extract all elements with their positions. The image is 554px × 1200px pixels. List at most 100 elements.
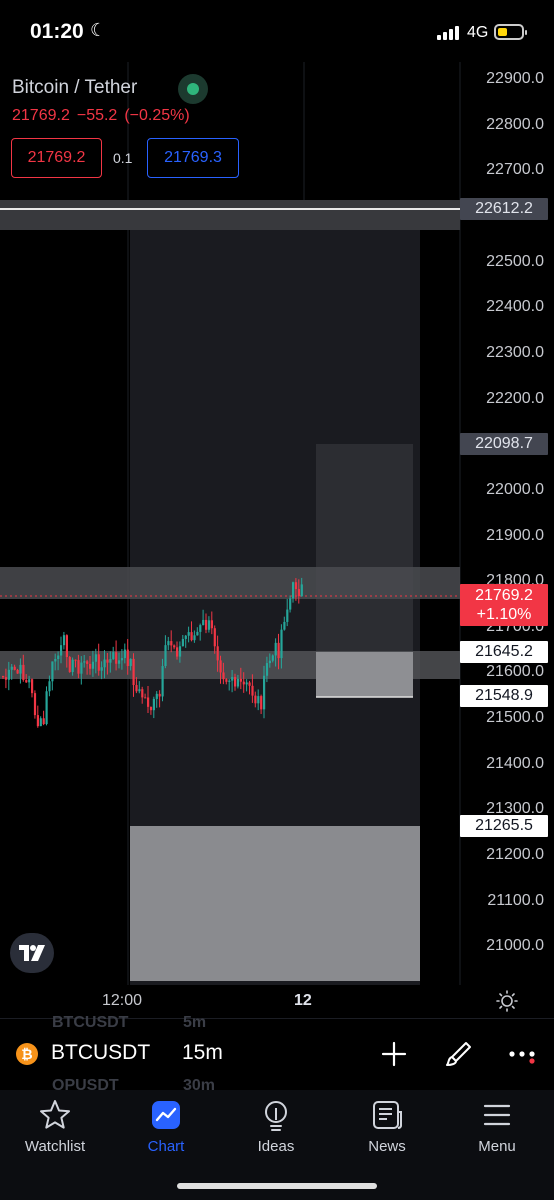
candle-body xyxy=(210,620,213,629)
candle-body xyxy=(158,693,161,697)
sell-button[interactable]: 21769.2 xyxy=(11,138,102,178)
candle-body xyxy=(245,682,248,685)
brightness-icon[interactable] xyxy=(496,990,518,1012)
home-indicator xyxy=(177,1183,377,1189)
candle-body xyxy=(297,589,300,597)
candle-body xyxy=(100,667,103,671)
candle-body xyxy=(19,664,22,674)
candle-body xyxy=(112,652,115,660)
status-time: 01:20 xyxy=(30,20,84,43)
candle-body xyxy=(207,620,211,630)
buy-button[interactable]: 21769.3 xyxy=(147,138,239,178)
candle-body xyxy=(33,693,37,716)
tab-menu[interactable]: Menu xyxy=(447,1096,547,1156)
candle-body xyxy=(231,677,234,681)
upper-level-zone xyxy=(0,200,460,230)
candle-body xyxy=(225,679,228,682)
candle-body xyxy=(115,652,118,664)
candle-body xyxy=(22,664,25,681)
candle-body xyxy=(155,693,158,699)
plus-icon[interactable] xyxy=(380,1040,408,1068)
scroll-ghost-symbol-above: BTCUSDT xyxy=(52,1014,129,1031)
candle-body xyxy=(265,663,269,676)
candle-body xyxy=(216,646,219,661)
chart-icon xyxy=(152,1101,180,1129)
tab-label-watchlist: Watchlist xyxy=(24,1138,86,1155)
signal-icon xyxy=(437,26,459,40)
hamburger-icon xyxy=(483,1104,511,1126)
price-change: 21769.2 −55.2 (−0.25%) xyxy=(12,107,190,125)
tab-label-chart: Chart xyxy=(147,1138,185,1155)
tab-label-news: News xyxy=(368,1138,406,1155)
candle-body xyxy=(132,658,135,686)
change-value: −55.2 xyxy=(76,107,118,124)
candle-body xyxy=(94,654,97,662)
symbol-title[interactable]: Bitcoin / Tether xyxy=(12,77,137,99)
candle-body xyxy=(234,677,237,687)
candle-body xyxy=(283,621,286,630)
candle-body xyxy=(10,666,13,670)
candle-body xyxy=(205,619,208,630)
candle-body xyxy=(292,582,295,599)
candle-body xyxy=(199,625,202,632)
candle-body xyxy=(62,635,66,646)
candle-body xyxy=(109,659,112,663)
candle-body xyxy=(16,669,19,674)
market-open-indicator xyxy=(178,74,208,104)
price-axis-label: 21200.0 xyxy=(486,846,544,864)
moon-icon: ☾ xyxy=(90,20,107,40)
zone-top-tag: 21645.2 xyxy=(460,641,548,663)
candle-body xyxy=(152,698,155,711)
price-axis-label: 22900.0 xyxy=(486,70,544,87)
candle-body xyxy=(236,678,240,687)
tradingview-logo[interactable] xyxy=(10,933,54,973)
candle-body xyxy=(13,666,16,670)
candle-body xyxy=(164,645,167,667)
scroll-ghost-interval-above: 5m xyxy=(183,1014,207,1031)
candle-body xyxy=(176,647,179,657)
candle-body xyxy=(242,681,245,685)
candle-body xyxy=(118,660,121,664)
candle-body xyxy=(286,609,289,622)
candle-body xyxy=(25,680,28,683)
price-axis-label: 21600.0 xyxy=(486,663,544,681)
candle-body xyxy=(149,706,153,711)
price-axis-label: 22500.0 xyxy=(486,252,544,270)
candle-body xyxy=(228,680,231,682)
candle-body xyxy=(4,677,8,680)
drawing-brush-icon[interactable] xyxy=(445,1040,473,1068)
candle-body xyxy=(167,641,170,646)
candle-body xyxy=(260,696,263,710)
price-axis-label: 21900.0 xyxy=(486,526,544,544)
candle-body xyxy=(39,718,42,727)
candle-body xyxy=(196,631,199,636)
candle-body xyxy=(300,584,303,597)
resistance-zone xyxy=(0,567,460,599)
tab-ideas[interactable]: Ideas xyxy=(226,1096,326,1156)
interval-selector[interactable]: 15m xyxy=(182,1041,223,1065)
candle-body xyxy=(193,635,196,641)
tab-news[interactable]: News xyxy=(337,1096,437,1156)
candle-body xyxy=(173,645,176,648)
candle-body xyxy=(257,696,260,704)
candle-body xyxy=(294,582,298,590)
time-label-1200: 12:00 xyxy=(102,992,143,1009)
symbol-selector[interactable]: BTCUSDT xyxy=(51,1041,150,1065)
tab-chart[interactable]: Chart xyxy=(116,1096,216,1156)
candle-body xyxy=(144,697,147,699)
candle-body xyxy=(120,658,124,661)
candle-body xyxy=(7,669,10,680)
candle-body xyxy=(178,646,182,657)
candle-body xyxy=(254,695,257,704)
candle-body xyxy=(106,659,109,663)
tab-watchlist[interactable]: Watchlist xyxy=(5,1096,105,1156)
candle-body xyxy=(48,681,51,692)
candle-body xyxy=(36,715,39,727)
spread-value: 0.1 xyxy=(113,150,133,166)
star-icon xyxy=(40,1100,70,1129)
more-options-icon[interactable] xyxy=(508,1040,536,1068)
target-price-tag: 22098.7 xyxy=(460,433,548,455)
candle-body xyxy=(83,661,86,663)
candle-body xyxy=(74,659,77,661)
tradingview-icon xyxy=(19,945,45,961)
